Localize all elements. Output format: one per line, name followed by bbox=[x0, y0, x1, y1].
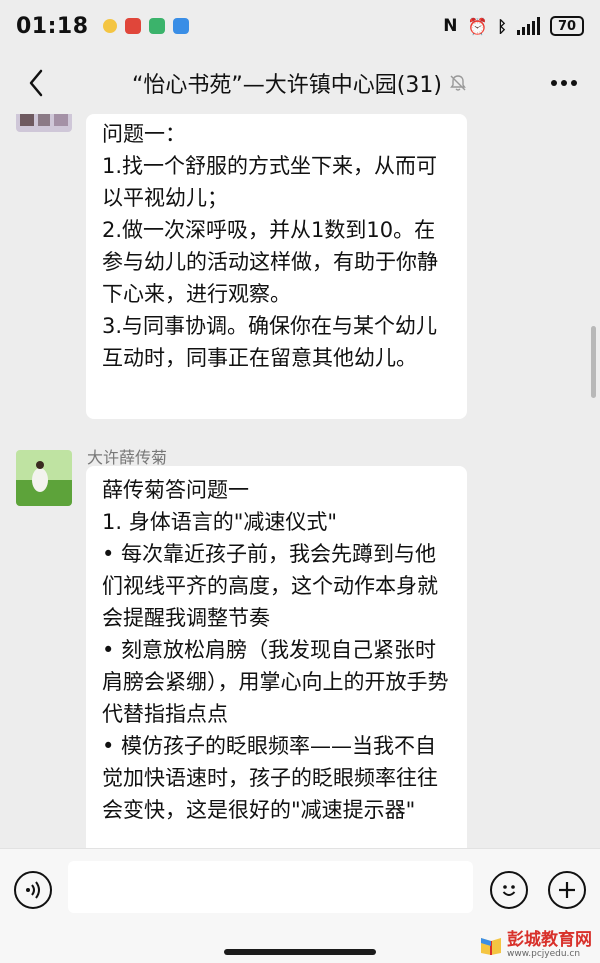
message-line: • 每次靠近孩子前，我会先蹲到与他们视线平齐的高度，这个动作本身就会提醒我调整节… bbox=[102, 542, 438, 630]
voice-button[interactable] bbox=[14, 871, 52, 909]
message-line: 1.找一个舒服的方式坐下来，从而可以平视幼儿； bbox=[102, 154, 438, 210]
message-input[interactable] bbox=[68, 861, 473, 913]
home-indicator[interactable] bbox=[224, 949, 376, 955]
app-notification-icon bbox=[148, 18, 165, 34]
chat-title-wrap: “怡心书苑”—大许镇中心园(31) bbox=[100, 52, 500, 114]
battery-icon: 70 bbox=[550, 16, 584, 36]
app-notification-icon bbox=[172, 18, 189, 34]
more-button[interactable] bbox=[544, 63, 584, 103]
watermark-url: www.pcjyedu.cn bbox=[507, 949, 581, 959]
message-line: 3.与同事协调。确保你在与某个幼儿互动时，同事正在留意其他幼儿。 bbox=[102, 314, 438, 370]
voice-icon bbox=[26, 881, 40, 899]
avatar[interactable] bbox=[16, 450, 72, 506]
plus-icon bbox=[559, 882, 575, 898]
chat-message-list[interactable]: 问题一： 1.找一个舒服的方式坐下来，从而可以平视幼儿； 2.做一次深呼吸，并从… bbox=[0, 114, 600, 848]
message-line: 1. 身体语言的"减速仪式" bbox=[102, 510, 338, 534]
bell-muted-icon bbox=[448, 73, 468, 93]
plus-button[interactable] bbox=[548, 871, 586, 909]
back-button[interactable] bbox=[16, 63, 56, 103]
message-line: • 刻意放松肩膀（我发现自己紧张时肩膀会紧绷），用掌心向上的开放手势代替指指点点 bbox=[102, 638, 449, 726]
chat-title: “怡心书苑”—大许镇中心园(31) bbox=[132, 73, 442, 98]
message-bubble[interactable]: 薛传菊答问题一 1. 身体语言的"减速仪式" • 每次靠近孩子前，我会先蹲到与他… bbox=[86, 466, 467, 848]
input-bar: 彭城教育网 www.pcjyedu.cn bbox=[0, 848, 600, 963]
emoji-icon bbox=[502, 885, 516, 896]
message-bubble[interactable]: 问题一： 1.找一个舒服的方式坐下来，从而可以平视幼儿； 2.做一次深呼吸，并从… bbox=[86, 114, 467, 419]
message-line: 薛传菊答问题一 bbox=[102, 478, 249, 502]
status-indicators: N ⏰ ᛒ 70 bbox=[443, 16, 584, 36]
chat-header: “怡心书苑”—大许镇中心园(31) bbox=[0, 52, 600, 114]
watermark-title: 彭城教育网 bbox=[507, 930, 592, 950]
sender-name: 大许薛传菊 bbox=[87, 448, 168, 467]
emoji-button[interactable] bbox=[490, 871, 528, 909]
bluetooth-icon: ᛒ bbox=[497, 16, 507, 36]
status-time: 01:18 bbox=[16, 13, 89, 39]
nfc-icon: N bbox=[443, 16, 458, 36]
message-line: 问题一： bbox=[102, 122, 186, 146]
back-arrow-icon bbox=[29, 69, 43, 97]
alarm-icon: ⏰ bbox=[467, 16, 488, 36]
message-line: • 模仿孩子的眨眼频率——当我不自觉加快语速时，孩子的眨眼频率往往会变快，这是很… bbox=[102, 734, 438, 822]
app-notification-icon bbox=[124, 18, 141, 34]
status-bar: 01:18 N ⏰ ᛒ 70 bbox=[0, 0, 600, 52]
more-dots-icon bbox=[551, 80, 577, 86]
book-logo-icon bbox=[481, 938, 501, 955]
scrollbar-thumb[interactable] bbox=[591, 326, 596, 398]
avatar[interactable] bbox=[16, 114, 72, 132]
signal-icon bbox=[517, 17, 540, 35]
message-line: 2.做一次深呼吸，并从1数到10。在参与幼儿的活动这样做，有助于你静下心来，进行… bbox=[102, 218, 438, 306]
status-app-icons bbox=[102, 18, 189, 34]
app-notification-icon bbox=[102, 19, 117, 33]
watermark: 彭城教育网 www.pcjyedu.cn bbox=[479, 931, 592, 959]
